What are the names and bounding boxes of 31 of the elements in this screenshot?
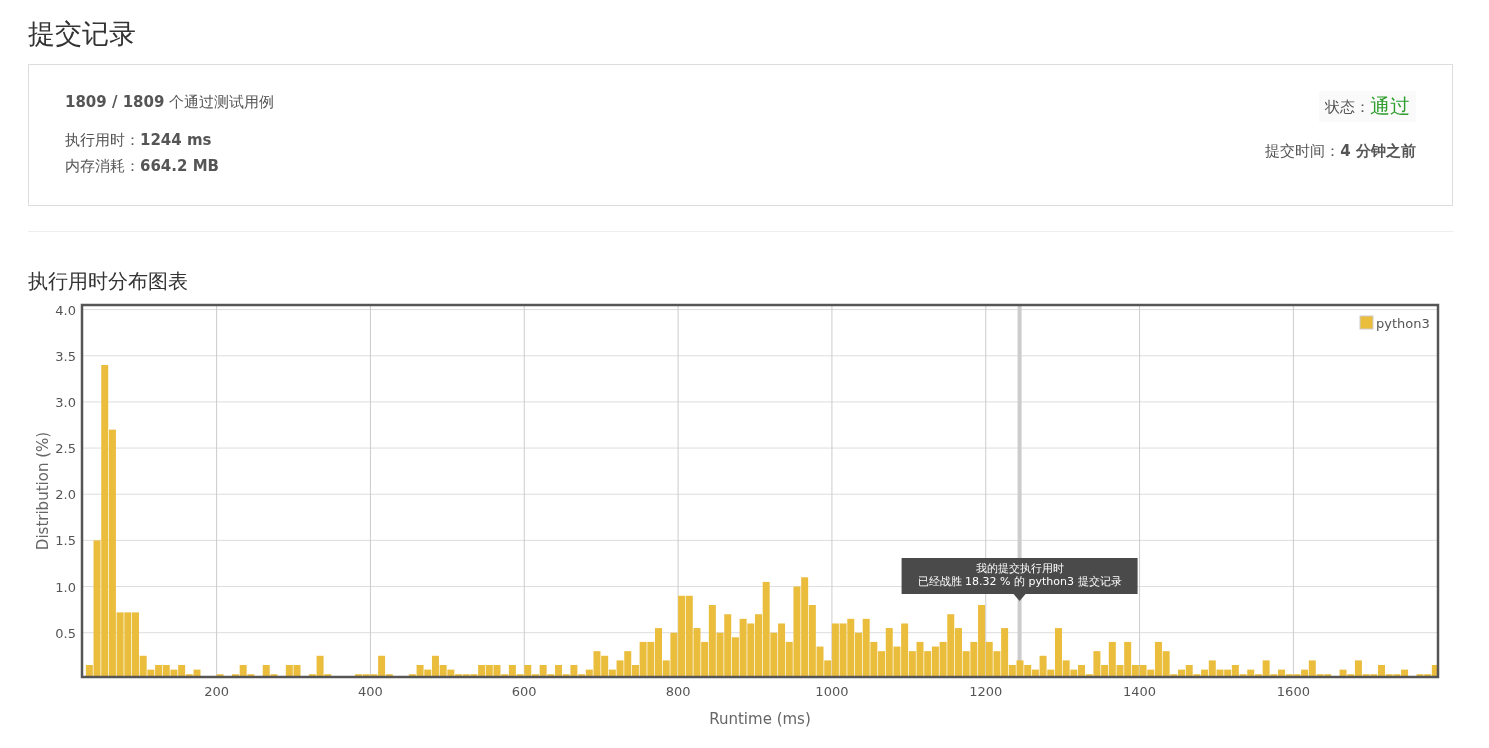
submitted-time-text: 提交时间：4 分钟之前 (1265, 141, 1416, 162)
page-title: 提交记录 (28, 17, 137, 51)
tooltip-text: 已经战胜 18.32 % 的 python3 提交记录 (917, 575, 1122, 588)
y-tick-label: 2.5 (55, 441, 76, 457)
y-tick-label: 1.0 (55, 579, 76, 595)
bar (216, 674, 224, 677)
tooltip-text: 我的提交执行用时 (975, 562, 1064, 575)
legend-swatch-icon (1359, 315, 1374, 330)
memory-text: 内存消耗：664.2 MB (65, 156, 221, 177)
x-tick-label: 1200 (969, 684, 1003, 699)
x-tick-label: 1000 (815, 684, 849, 699)
x-tick-label: 1600 (1276, 684, 1310, 699)
y-tick-label: 0.5 (55, 625, 76, 641)
legend-label: python3 (1376, 316, 1430, 331)
status-label: 状态： (1325, 96, 1370, 118)
x-tick-label: 200 (204, 684, 229, 699)
y-tick-label: 1.5 (55, 533, 76, 549)
x-tick-label: 400 (358, 684, 383, 699)
x-tick-label: 800 (665, 684, 691, 699)
section-title: 执行用时分布图表 (28, 268, 189, 294)
x-axis-title: Runtime (ms) (709, 710, 811, 728)
x-tick-label: 1400 (1123, 684, 1157, 699)
y-tick-label: 3.0 (55, 394, 76, 410)
runtime-text: 执行用时：1244 ms (65, 130, 213, 151)
y-tick-label: 2.0 (55, 487, 76, 503)
y-tick-label: 3.5 (55, 348, 76, 364)
y-tick-label: 4.0 (55, 302, 76, 318)
status-value: 通过 (1370, 93, 1410, 120)
x-tick-label: 600 (511, 684, 537, 699)
test-cases-text: 1809 / 1809 个通过测试用例 (65, 92, 275, 113)
y-axis-title: Distribution (%) (34, 431, 52, 551)
